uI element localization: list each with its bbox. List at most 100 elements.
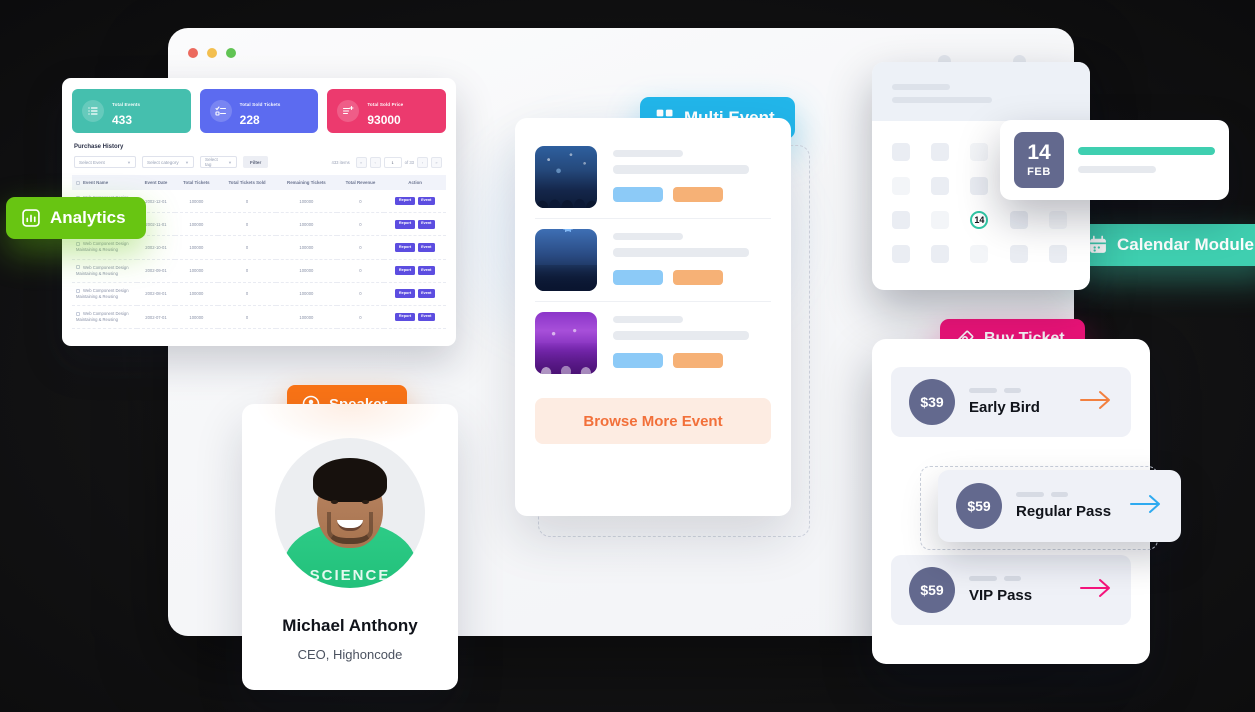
column-total-tickets-sold[interactable]: Total Tickets Sold	[217, 175, 277, 190]
calendar-day-cell[interactable]	[892, 177, 910, 195]
cell-remaining-tickets: 100000	[276, 305, 337, 330]
calendar-day-cell[interactable]	[931, 143, 950, 161]
date-title-placeholder	[1078, 147, 1215, 155]
action-event-button[interactable]: Event	[417, 219, 435, 229]
arrow-right-icon[interactable]	[1129, 492, 1163, 521]
pagination-first[interactable]: «	[355, 156, 367, 168]
add-lines-icon	[337, 100, 360, 122]
calendar-day-cell[interactable]	[1048, 211, 1067, 229]
column-event-name[interactable]: Event Name	[72, 175, 138, 190]
table-row[interactable]: Web Component Design Maintaining & Reusi…	[72, 235, 446, 260]
minimize-dot[interactable]	[207, 48, 217, 58]
arrow-right-icon[interactable]	[1079, 388, 1113, 417]
event-list-item[interactable]	[535, 301, 771, 384]
close-dot[interactable]	[188, 48, 198, 58]
badge-analytics[interactable]: Analytics	[6, 197, 146, 239]
calendar-subtitle-placeholder	[892, 97, 992, 103]
cell-action: Report Event	[384, 282, 446, 306]
calendar-day-cell[interactable]	[970, 177, 989, 195]
cell-event-date: 2002-08-01	[137, 282, 175, 306]
action-event-button[interactable]: Event	[417, 266, 435, 276]
event-tag-primary[interactable]	[613, 270, 663, 285]
arrow-right-icon[interactable]	[1079, 576, 1113, 605]
column-total-revenue[interactable]: Total Revenue	[336, 175, 385, 190]
calendar-day-cell[interactable]	[931, 177, 950, 195]
cell-action: Report Event	[384, 259, 446, 283]
select-all-checkbox[interactable]	[76, 180, 80, 185]
date-month: FEB	[1027, 166, 1051, 178]
table-row[interactable]: Web Component Design Maintaining & Reusi…	[72, 259, 446, 283]
event-list-item[interactable]	[535, 136, 771, 218]
calendar-day-cell[interactable]	[1048, 245, 1067, 263]
calendar-day-cell[interactable]	[892, 245, 910, 263]
action-report-button[interactable]: Report	[395, 196, 415, 206]
event-tag-primary[interactable]	[613, 187, 663, 202]
row-checkbox[interactable]	[76, 288, 80, 293]
ticket-row-vip-pass[interactable]: $59 VIP Pass	[891, 555, 1131, 625]
cell-total-revenue: 0	[336, 282, 385, 306]
table-row[interactable]: Web Component Design Maintaining & Reusi…	[72, 282, 446, 306]
action-event-button[interactable]: Event	[417, 196, 435, 206]
ticket-price: $59	[956, 483, 1002, 529]
calendar-day-cell[interactable]	[1009, 245, 1028, 263]
event-tag-secondary[interactable]	[673, 353, 723, 368]
tag-select[interactable]: Select tag ▼	[200, 156, 237, 168]
category-select[interactable]: Select category ▼	[142, 156, 194, 168]
calendar-day-cell[interactable]	[931, 245, 950, 263]
filters-bar: Select Event ▼ Select category ▼ Select …	[72, 156, 446, 168]
column-remaining-tickets[interactable]: Remaining Tickets	[276, 175, 337, 190]
pagination-next[interactable]: ›	[417, 156, 428, 168]
pagination-prev[interactable]: ‹	[369, 156, 381, 168]
cell-total-revenue: 0	[336, 305, 385, 330]
date-badge: 14 FEB	[1014, 132, 1064, 188]
cell-event-name: Web Component Design Maintaining & Reusi…	[72, 235, 138, 260]
event-title-placeholder	[613, 316, 683, 323]
action-event-button[interactable]: Event	[417, 312, 435, 322]
row-checkbox[interactable]	[76, 265, 80, 270]
calendar-day-cell[interactable]	[970, 143, 989, 161]
browse-more-event-button[interactable]: Browse More Event	[535, 398, 771, 444]
action-report-button[interactable]: Report	[395, 243, 415, 252]
calendar-day-cell[interactable]	[931, 211, 950, 229]
badge-calendar-module[interactable]: Calendar Module	[1073, 224, 1255, 266]
calendar-selected-day[interactable]: 14	[970, 211, 989, 229]
maximize-dot[interactable]	[226, 48, 236, 58]
table-row[interactable]: Web Component Design Maintaining & Reusi…	[72, 305, 446, 330]
action-report-button[interactable]: Report	[395, 289, 415, 299]
ticket-row-regular-pass[interactable]: $59 Regular Pass	[938, 470, 1181, 542]
stat-card-total-events[interactable]: Total Events 433	[72, 89, 191, 133]
stat-card-total-sold-price[interactable]: Total Sold Price 93000	[327, 89, 447, 133]
ticket-row-early-bird[interactable]: $39 Early Bird	[891, 367, 1131, 437]
event-list-item[interactable]	[535, 218, 771, 301]
calendar-day-cell[interactable]	[892, 211, 910, 229]
calendar-day-cell[interactable]	[892, 143, 910, 161]
pagination-of: of 33	[404, 159, 414, 165]
table-header-row: Event Name Event Date Total Tickets Tota…	[72, 175, 446, 190]
event-tag-primary[interactable]	[613, 353, 663, 368]
action-event-button[interactable]: Event	[417, 243, 435, 252]
calendar-day-cell[interactable]	[1009, 211, 1028, 229]
action-event-button[interactable]: Event	[417, 289, 435, 299]
window-traffic-lights	[188, 48, 236, 58]
calendar-day-cell[interactable]	[970, 245, 989, 263]
stage-lights-photo	[535, 229, 597, 291]
cell-total-tickets: 100000	[174, 235, 218, 260]
event-tag-secondary[interactable]	[673, 187, 723, 202]
pagination-current-page[interactable]: 1	[383, 156, 402, 168]
column-event-date[interactable]: Event Date	[137, 175, 175, 190]
filter-button[interactable]: Filter	[243, 156, 269, 168]
action-report-button[interactable]: Report	[395, 266, 415, 276]
event-select[interactable]: Select Event ▼	[74, 156, 136, 168]
action-report-button[interactable]: Report	[395, 219, 415, 229]
ticket-meta-placeholder	[969, 388, 1065, 393]
action-report-button[interactable]: Report	[395, 312, 415, 322]
pagination-last[interactable]: »	[431, 156, 442, 168]
row-checkbox[interactable]	[76, 242, 80, 247]
chevron-down-icon: ▼	[185, 159, 189, 165]
event-tag-secondary[interactable]	[673, 270, 723, 285]
column-total-tickets[interactable]: Total Tickets	[174, 175, 218, 190]
pagination: 433 items « ‹ 1 of 33 › »	[332, 156, 446, 168]
cell-action: Report Event	[384, 212, 446, 237]
row-checkbox[interactable]	[76, 311, 80, 316]
stat-card-total-sold-tickets[interactable]: Total Sold Tickets 228	[199, 89, 319, 133]
